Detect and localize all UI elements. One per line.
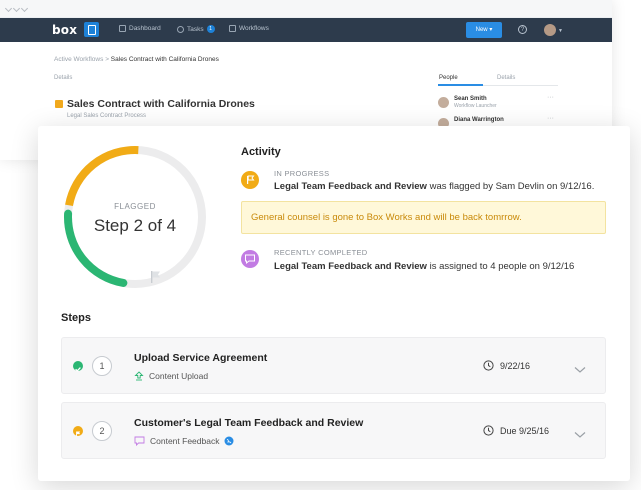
tab-details[interactable]: Details [497, 75, 515, 81]
chevron-down-icon[interactable]: ▼ [558, 28, 563, 34]
person-name: Diana Warrington [454, 117, 504, 123]
workflow-icon [229, 25, 236, 32]
globe-icon[interactable] [224, 436, 234, 446]
nav-tasks[interactable]: Tasks 1 [177, 25, 215, 33]
box-logo[interactable]: box [52, 23, 77, 37]
person-role: Workflow Launcher [454, 103, 497, 109]
breadcrumb-current: Sales Contract with California Drones [110, 56, 219, 63]
step-row[interactable]: 2 Customer's Legal Team Feedback and Rev… [61, 402, 606, 459]
upload-icon [134, 371, 144, 381]
step-row[interactable]: 1 Upload Service Agreement Content Uploa… [61, 337, 606, 394]
step-type: Content Feedback [134, 436, 234, 446]
steps-heading: Steps [61, 312, 91, 324]
app-switcher-icon[interactable] [84, 22, 99, 37]
activity-message-text: is assigned to 4 people on 9/12/16 [426, 261, 575, 272]
nav-tasks-label: Tasks [187, 25, 204, 33]
nav-dashboard[interactable]: Dashboard [119, 25, 161, 32]
nav-workflows-label: Workflows [239, 25, 269, 32]
activity-step-link[interactable]: Legal Team Feedback and Review [274, 261, 427, 272]
new-button-label: New [475, 27, 488, 33]
person-name: Sean Smith [454, 96, 487, 102]
avatar [438, 97, 449, 108]
ring-status-label: FLAGGED [114, 202, 156, 211]
chevron-down-icon[interactable] [574, 361, 586, 379]
tasks-count-badge: 1 [206, 25, 215, 33]
breadcrumb-parent[interactable]: Active Workflows [54, 56, 103, 63]
flag-icon [73, 426, 83, 437]
top-navigation-bar: box Dashboard Tasks 1 Workflows New ▾ ? … [0, 18, 612, 42]
step-number: 1 [92, 356, 112, 376]
step-number: 2 [92, 421, 112, 441]
activity-status-in-progress: IN PROGRESS [274, 169, 330, 178]
step-type-label: Content Upload [149, 371, 209, 381]
activity-message: Legal Team Feedback and Review was flagg… [274, 181, 594, 192]
activity-status-recently-completed: RECENTLY COMPLETED [274, 248, 368, 257]
chevron-down-icon[interactable] [574, 426, 586, 444]
workflow-subtitle: Legal Sales Contract Process [67, 113, 147, 119]
step-date-text: 9/22/16 [500, 360, 531, 371]
step-type: Content Upload [134, 371, 208, 381]
activity-heading: Activity [241, 146, 281, 158]
help-icon[interactable]: ? [518, 25, 527, 34]
new-button[interactable]: New ▾ [466, 22, 502, 38]
flag-note-banner: General counsel is gone to Box Works and… [241, 201, 606, 234]
window-dot [4, 4, 13, 13]
window-chrome [0, 0, 612, 18]
user-avatar[interactable] [544, 24, 556, 36]
details-section-label: Details [54, 75, 73, 81]
activity-message-text: was flagged by Sam Devlin on 9/12/16. [426, 181, 595, 192]
flag-icon [241, 171, 259, 189]
activity-step-link[interactable]: Legal Team Feedback and Review [274, 181, 427, 192]
activity-message: Legal Team Feedback and Review is assign… [274, 261, 574, 272]
grid-icon [119, 25, 126, 32]
step-type-label: Content Feedback [150, 436, 220, 446]
more-options-icon[interactable]: ··· [547, 115, 554, 122]
comment-icon [241, 250, 259, 268]
active-tab-indicator [438, 84, 483, 86]
more-options-icon[interactable]: ··· [547, 94, 554, 101]
step-due-date: 9/22/16 [483, 360, 530, 371]
clock-icon [483, 425, 494, 436]
step-counter: Step 2 of 4 [93, 216, 177, 235]
step-name: Upload Service Agreement [134, 352, 268, 364]
check-circle-icon [177, 25, 184, 33]
person-item[interactable]: Sean Smith Workflow Launcher [438, 96, 497, 109]
step-date-text: Due 9/25/16 [500, 425, 550, 436]
feedback-icon [134, 436, 145, 446]
breadcrumb-separator: > [105, 56, 109, 63]
workflow-title: Sales Contract with California Drones [55, 98, 255, 110]
step-due-date: Due 9/25/16 [483, 425, 549, 436]
check-icon [73, 361, 83, 372]
breadcrumb: Active Workflows > Sales Contract with C… [54, 56, 219, 63]
nav-dashboard-label: Dashboard [129, 25, 161, 32]
window-dot [12, 4, 21, 13]
window-dot [20, 4, 29, 13]
flag-status-icon [55, 100, 63, 108]
progress-ring: FLAGGED Step 2 of 4 [60, 142, 210, 292]
workflow-status-card: FLAGGED Step 2 of 4 Activity IN PROGRESS… [38, 126, 630, 481]
tab-people[interactable]: People [439, 75, 458, 81]
clock-icon [483, 360, 494, 371]
step-name: Customer's Legal Team Feedback and Revie… [134, 417, 364, 429]
workflow-title-text: Sales Contract with California Drones [67, 98, 255, 110]
nav-workflows[interactable]: Workflows [229, 25, 269, 32]
